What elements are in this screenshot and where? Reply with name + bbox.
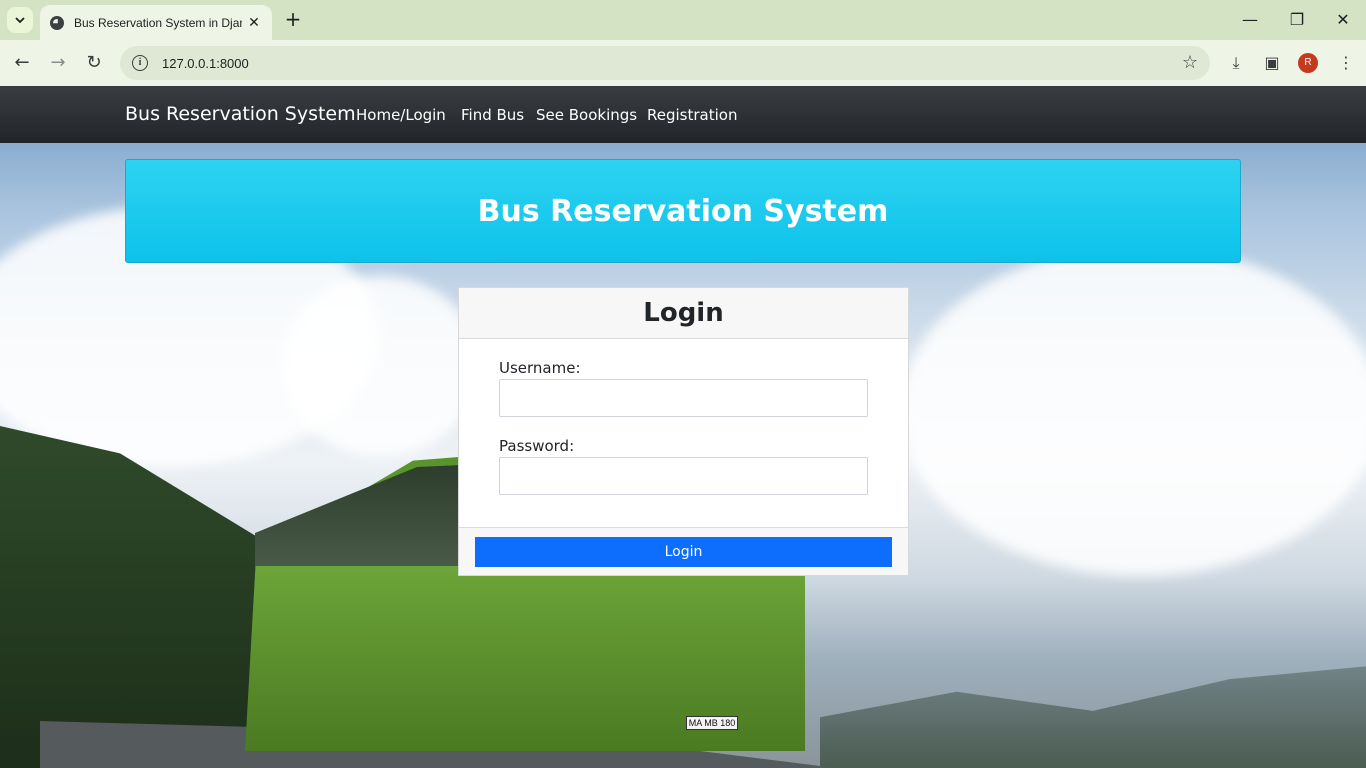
- reload-icon[interactable]: ↻: [82, 51, 106, 75]
- back-icon[interactable]: ←: [10, 51, 34, 75]
- forward-icon[interactable]: →: [46, 51, 70, 75]
- nav-link-see-bookings[interactable]: See Bookings: [536, 106, 637, 124]
- sidepanel-icon[interactable]: ▣: [1260, 51, 1284, 75]
- login-title: Login: [643, 298, 724, 328]
- login-card-header: Login: [459, 288, 908, 339]
- globe-icon: [50, 15, 64, 30]
- nav-link-home-login[interactable]: Home/Login: [356, 106, 446, 124]
- nav-link-find-bus[interactable]: Find Bus: [461, 106, 524, 124]
- password-label: Password:: [499, 437, 575, 455]
- plus-icon[interactable]: +: [282, 8, 304, 30]
- background-mountains: [820, 666, 1366, 768]
- info-icon[interactable]: i: [132, 55, 148, 71]
- browser-tab-strip: Bus Reservation System in Djan ✕ + — ❐ ✕: [0, 0, 1366, 40]
- navbar-brand[interactable]: Bus Reservation System: [125, 103, 356, 125]
- profile-avatar[interactable]: R: [1298, 53, 1318, 73]
- bus-plate: MA MB 180: [686, 716, 738, 730]
- close-icon[interactable]: ✕: [1328, 8, 1358, 32]
- username-input[interactable]: [499, 379, 868, 417]
- login-button[interactable]: Login: [475, 537, 892, 567]
- nav-link-registration[interactable]: Registration: [647, 106, 737, 124]
- browser-toolbar: ← → ↻ i 127.0.0.1:8000 ☆ ⤓ ▣ R ⋮: [0, 40, 1366, 86]
- restore-icon[interactable]: ❐: [1282, 8, 1312, 32]
- background-cloud: [900, 246, 1366, 576]
- tab-search-icon[interactable]: [7, 7, 33, 33]
- url-text[interactable]: 127.0.0.1:8000: [162, 56, 249, 71]
- username-label: Username:: [499, 359, 581, 377]
- minimize-icon[interactable]: —: [1235, 8, 1265, 32]
- browser-tab[interactable]: Bus Reservation System in Djan ✕: [40, 5, 272, 40]
- close-icon[interactable]: ✕: [246, 15, 262, 31]
- tab-title: Bus Reservation System in Djan: [74, 15, 242, 30]
- address-bar[interactable]: i 127.0.0.1:8000 ☆: [120, 46, 1210, 80]
- star-icon[interactable]: ☆: [1182, 52, 1198, 73]
- password-input[interactable]: [499, 457, 868, 495]
- page-viewport: MA MB 180 Bus Reservation System Home/Lo…: [0, 86, 1366, 768]
- login-card: Login Username: Password: Login: [458, 287, 909, 576]
- hero-banner: Bus Reservation System: [125, 159, 1241, 263]
- site-navbar: Bus Reservation System Home/Login Find B…: [0, 86, 1366, 143]
- hero-title: Bus Reservation System: [477, 193, 889, 229]
- login-card-footer: Login: [459, 527, 908, 575]
- download-icon[interactable]: ⤓: [1224, 51, 1248, 75]
- background-cloud: [280, 276, 480, 456]
- kebab-menu-icon[interactable]: ⋮: [1334, 51, 1358, 75]
